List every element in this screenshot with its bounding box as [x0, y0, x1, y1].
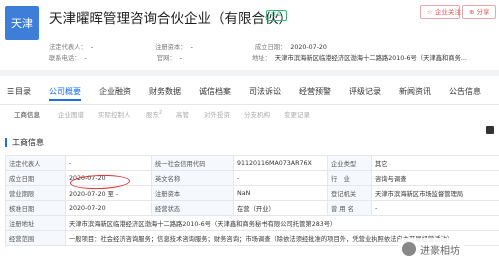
table-cell: 企业类型 — [327, 155, 372, 171]
table-cell: - — [233, 170, 328, 186]
nav-divider — [0, 104, 499, 105]
table-cell: - — [371, 200, 499, 216]
follow-button[interactable]: ☆ 企业关注 — [420, 5, 461, 19]
business-info-table: 法定代表人 - 统一社会信用代码 91120116MA073AR76X 企业类型… — [5, 155, 499, 246]
table-cell: 曾 用 名 — [327, 200, 372, 216]
table-cell: 注册资本 — [151, 185, 234, 201]
info-row-basic: 法定代表人： - 注册资本： - 成立日期： 2020-07-20 — [49, 44, 327, 51]
table-cell: 法定代表人 — [5, 155, 66, 171]
list-icon: ☰ — [7, 86, 15, 96]
subtab-bar: 工商信息 企业图谱 实际控制人 股东2 高管 对外投资 分支机构 变更记录 — [0, 109, 499, 123]
table-cell: 统一社会信用代码 — [151, 155, 234, 171]
table-cell: 91120116MA073AR76X — [233, 155, 328, 171]
subtab-controller[interactable]: 实际控制人 — [98, 109, 131, 119]
header-separator — [0, 70, 499, 76]
tab-warnings[interactable]: 经营预警 — [299, 86, 331, 101]
share-button[interactable]: ⊕ 分享 — [462, 5, 496, 19]
subtab-branches[interactable]: 分支机构 — [244, 109, 270, 119]
table-row: 核准日期 2020-07-20 经营状态 在营（开业） 曾 用 名 - — [5, 200, 499, 216]
table-cell: 2020-07-20 — [65, 200, 152, 216]
tab-catalog[interactable]: ☰目录 — [7, 86, 31, 101]
tab-litigation[interactable]: 司法诉讼 — [249, 86, 281, 101]
subtab-graph[interactable]: 企业图谱 — [58, 109, 84, 119]
collapse-icon[interactable] — [486, 126, 494, 134]
company-header: 天津 天津曜晖管理咨询合伙企业（有限合伙） 在业 ☆ 企业关注 ⊕ 分享 法定代… — [0, 0, 499, 76]
table-cell: 登记机关 — [327, 185, 372, 201]
table-cell: 天津市滨海新区市场监督管理局 — [371, 185, 499, 201]
main-nav: ☰目录 公司概要 企业融资 财务数据 诚信档案 司法诉讼 经营预警 评级记录 新… — [0, 82, 499, 104]
table-cell: NaN — [233, 185, 328, 201]
table-cell: 核准日期 — [5, 200, 66, 216]
table-cell: 营业期限 — [5, 185, 66, 201]
table-row: 注册地址 天津市滨海新区临港经济区渤海十二路路2010-6号（天津鑫和商务秘书有… — [5, 215, 499, 231]
table-cell: 在营（开业） — [233, 200, 328, 216]
section-title: 工商信息 — [5, 138, 44, 147]
tab-announcements[interactable]: 公告信息 — [449, 86, 481, 101]
wechat-icon — [402, 242, 416, 256]
table-cell: 成立日期 — [5, 170, 66, 186]
subtab-changes[interactable]: 变更记录 — [284, 109, 310, 119]
table-cell: 经营范围 — [5, 230, 66, 246]
table-cell: 天津市滨海新区临港经济区渤海十二路路2010-6号（天津鑫和商务秘书有限公司托管… — [65, 215, 499, 231]
tab-overview[interactable]: 公司概要 — [49, 86, 81, 101]
table-cell: 咨询与调查 — [371, 170, 499, 186]
tab-integrity[interactable]: 诚信档案 — [199, 86, 231, 101]
subtab-shareholders[interactable]: 股东2 — [146, 109, 162, 119]
table-cell: 行 业 — [327, 170, 372, 186]
info-row-contact: 联系电话： - 官网： - 地址： 天津市滨海新区临港经济区渤海十二路路2010-6号… — [49, 55, 467, 62]
table-cell: - — [65, 155, 152, 171]
status-badge: 在业 — [266, 10, 288, 21]
tab-ratings[interactable]: 评级记录 — [349, 86, 381, 101]
company-logo: 天津 — [5, 6, 39, 40]
table-cell: 其它 — [371, 155, 499, 171]
subtab-business-info[interactable]: 工商信息 — [14, 109, 40, 119]
table-cell: 经营状态 — [151, 200, 234, 216]
table-cell: 英文名称 — [151, 170, 234, 186]
tab-financials[interactable]: 财务数据 — [149, 86, 181, 101]
table-cell: 注册地址 — [5, 215, 66, 231]
tab-news[interactable]: 新闻资讯 — [399, 86, 431, 101]
tab-financing[interactable]: 企业融资 — [99, 86, 131, 101]
table-row: 法定代表人 - 统一社会信用代码 91120116MA073AR76X 企业类型… — [5, 155, 499, 171]
subtab-investments[interactable]: 对外投资 — [204, 109, 230, 119]
subtab-executives[interactable]: 高管 — [176, 109, 189, 119]
company-name: 天津曜晖管理咨询合伙企业（有限合伙） — [49, 11, 292, 27]
watermark: 进豪相坊 — [398, 238, 464, 260]
